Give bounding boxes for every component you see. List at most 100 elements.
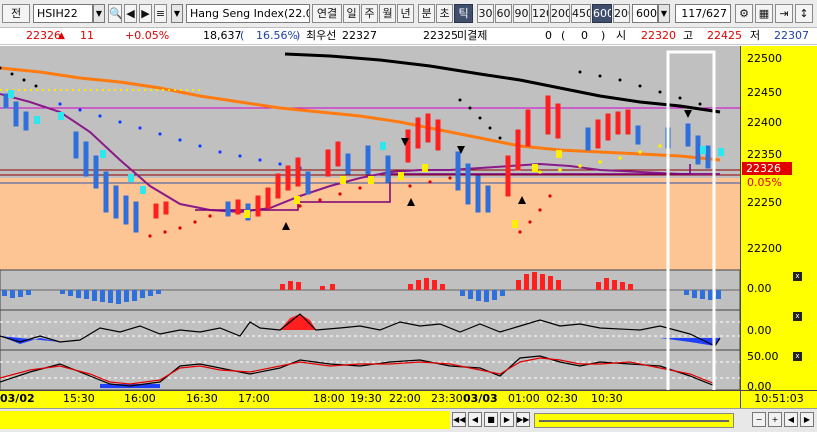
interval-custom-button[interactable]: 200	[613, 4, 630, 23]
volume: 18,637	[203, 29, 242, 42]
chart-scrollbar: ◀◀ ◀ ■ ▶ ▶▶ − + ◀ ▶	[0, 408, 817, 432]
scroll-end-icon[interactable]: ⇥	[775, 4, 793, 23]
unfilled-close-paren: )	[601, 29, 606, 42]
high-label: 고	[683, 29, 694, 42]
price-change-pct: +0.05%	[125, 29, 170, 42]
symbol-input[interactable]: HSIH22	[33, 4, 93, 23]
name-dropdown-icon[interactable]: ▼	[171, 4, 183, 23]
price-tick: 22450	[747, 86, 782, 99]
price-chart[interactable]	[0, 46, 740, 390]
price-tick: 22400	[747, 116, 782, 129]
price-axis: 22500 22450 22400 22350 22250 22200 2232…	[740, 46, 817, 393]
price-tick: 22350	[747, 148, 782, 161]
time-tick: 02:30	[546, 392, 578, 405]
stoch-mid-label: 50.00	[747, 350, 779, 363]
oscillator-zero-label: 0.00	[747, 324, 772, 337]
search-icon[interactable]: 🔍	[108, 4, 122, 23]
chart-menu-tab[interactable]: 전	[2, 4, 30, 23]
interval-120-button[interactable]: 120	[531, 4, 549, 23]
period-day-button[interactable]: 일	[343, 4, 360, 23]
best-bid: 22327	[342, 29, 377, 42]
symbol-dropdown-icon[interactable]: ▼	[93, 4, 105, 23]
below-open-zone	[0, 178, 740, 270]
zoom-in-icon[interactable]: +	[768, 412, 782, 427]
next-symbol-icon[interactable]: ▶	[139, 4, 152, 23]
prev-symbol-icon[interactable]: ◀	[124, 4, 137, 23]
data-count-field: 117/627	[675, 4, 731, 23]
price-tick: 22250	[747, 196, 782, 209]
period-month-button[interactable]: 월	[379, 4, 396, 23]
price-tick: 22500	[747, 52, 782, 65]
time-tick: 01:00	[508, 392, 540, 405]
fast-forward-icon[interactable]: ▶▶	[516, 412, 530, 427]
rewind-icon[interactable]: ◀◀	[452, 412, 466, 427]
play-back-icon[interactable]: ◀	[468, 412, 482, 427]
current-price-tag: 22326	[742, 162, 792, 175]
scroll-track[interactable]	[534, 413, 734, 428]
clock-display: 10:51:03	[740, 390, 817, 408]
histogram-zero-label: 0.00	[747, 282, 772, 295]
time-tick: 18:00	[313, 392, 345, 405]
symbol-name-field: Hang Seng Index(22.0	[186, 4, 310, 23]
zoom-out-icon[interactable]: −	[752, 412, 766, 427]
low-price: 22307	[774, 29, 809, 42]
time-tick: 10:30	[591, 392, 623, 405]
settings-icon[interactable]: ⚙	[735, 4, 753, 23]
period-second-button[interactable]: 초	[436, 4, 453, 23]
tick-value-dropdown-icon[interactable]: ▼	[658, 4, 670, 23]
unfilled-label: 미결제	[457, 29, 488, 42]
current-pct-tag: 0.05%	[747, 176, 782, 189]
time-tick: 16:30	[186, 392, 218, 405]
time-tick: 23:30	[431, 392, 463, 405]
scroll-left-icon[interactable]: ◀	[784, 412, 798, 427]
interval-600-button[interactable]: 600	[592, 4, 612, 23]
time-tick: 03/02	[0, 392, 35, 405]
interval-60-button[interactable]: 60	[495, 4, 512, 23]
play-icon[interactable]: ▶	[500, 412, 514, 427]
unfilled-change: 0	[581, 29, 588, 42]
stop-icon[interactable]: ■	[484, 412, 498, 427]
price-change: 11	[80, 29, 94, 42]
price-tick: 22200	[747, 242, 782, 255]
interval-30-button[interactable]: 30	[477, 4, 494, 23]
period-connect-button[interactable]: 연결	[312, 4, 342, 23]
period-minute-button[interactable]: 분	[418, 4, 435, 23]
current-price: 22326	[26, 29, 61, 42]
interval-200-button[interactable]: 200	[550, 4, 570, 23]
time-tick: 15:30	[63, 392, 95, 405]
time-tick: 17:00	[238, 392, 270, 405]
quote-status-bar: 22326 ▲ 11 +0.05% 18,637 ( 16.56% ) 최우선 …	[0, 28, 817, 45]
time-axis: 03/02 15:30 16:00 16:30 17:00 18:00 19:3…	[0, 390, 740, 408]
zoom-slider-line	[539, 420, 729, 422]
tick-value-input[interactable]: 600	[632, 4, 658, 23]
list-icon[interactable]: ≡	[154, 4, 167, 23]
close-pane-icon[interactable]: x	[793, 312, 802, 321]
open-price: 22320	[641, 29, 676, 42]
volume-ratio-open: (	[240, 29, 245, 42]
close-pane-icon[interactable]: x	[793, 272, 802, 281]
open-label: 시	[616, 29, 627, 42]
pin-icon[interactable]: ↕	[795, 4, 813, 23]
best-ask: 22325	[423, 29, 458, 42]
time-tick: 19:30	[350, 392, 382, 405]
chart-toolbar: 전 HSIH22 ▼ 🔍 ◀ ▶ ≡ ▼ Hang Seng Index(22.…	[0, 0, 817, 28]
unfilled-open-paren: (	[561, 29, 566, 42]
time-tick: 03/03	[463, 392, 498, 405]
low-label: 저	[750, 29, 761, 42]
close-pane-icon[interactable]: x	[793, 352, 802, 361]
period-year-button[interactable]: 년	[397, 4, 414, 23]
interval-450-button[interactable]: 450	[571, 4, 591, 23]
volume-ratio: 16.56%	[256, 29, 298, 42]
up-triangle-icon: ▲	[58, 31, 65, 41]
grid-icon[interactable]: ▦	[755, 4, 773, 23]
period-week-button[interactable]: 주	[361, 4, 378, 23]
best-bid-label: 최우선	[306, 29, 337, 42]
time-tick: 16:00	[124, 392, 156, 405]
period-tick-button[interactable]: 틱	[454, 4, 473, 23]
scroll-right-icon[interactable]: ▶	[800, 412, 814, 427]
time-tick: 22:00	[389, 392, 421, 405]
volume-ratio-close: )	[296, 29, 301, 42]
interval-90-button[interactable]: 90	[513, 4, 530, 23]
high-price: 22425	[707, 29, 742, 42]
scroll-track-left[interactable]	[0, 411, 450, 429]
